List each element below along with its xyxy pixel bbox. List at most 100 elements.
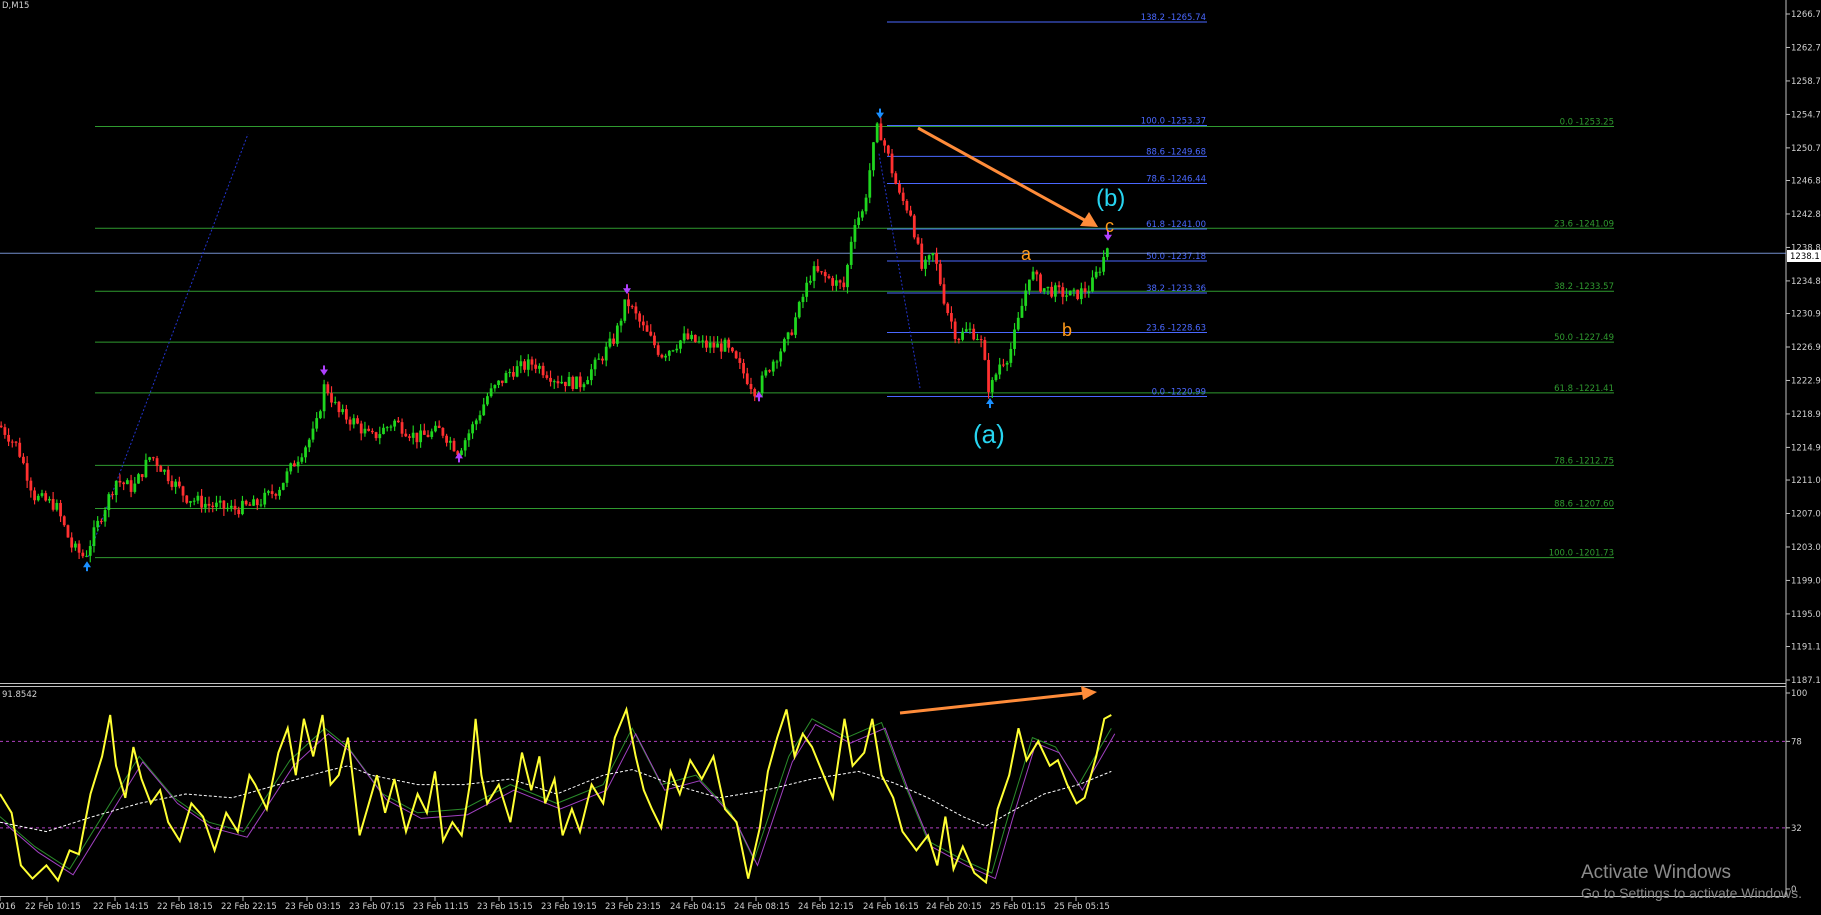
candle-body bbox=[293, 463, 296, 467]
candle-body bbox=[619, 320, 623, 326]
candle-body bbox=[1072, 289, 1076, 291]
candle-body bbox=[701, 340, 705, 342]
candle-body bbox=[697, 341, 701, 343]
candle-body bbox=[1087, 291, 1091, 293]
candle-body bbox=[22, 456, 25, 464]
candle-body bbox=[1053, 285, 1057, 297]
activate-windows-subtitle: Go to Settings to activate Windows. bbox=[1581, 885, 1802, 901]
candle-body bbox=[775, 361, 779, 363]
candle-body bbox=[764, 370, 768, 376]
candle-body bbox=[504, 373, 508, 383]
candle-body bbox=[990, 380, 994, 393]
candle-body bbox=[586, 380, 590, 385]
candle-body bbox=[192, 500, 196, 502]
candle-body bbox=[627, 299, 630, 307]
candle-body bbox=[289, 463, 293, 472]
candle-body bbox=[868, 170, 872, 198]
candle-body bbox=[14, 441, 18, 443]
candle-body bbox=[434, 425, 437, 432]
candle-body bbox=[274, 494, 278, 496]
price-tick-label: 1254.70 bbox=[1791, 110, 1821, 120]
price-tick-label: 1199.00 bbox=[1791, 576, 1821, 586]
candle-body bbox=[968, 328, 972, 330]
candle-body bbox=[29, 480, 33, 491]
candle-body bbox=[411, 432, 415, 438]
candle-body bbox=[608, 338, 612, 347]
candle-body bbox=[337, 401, 341, 413]
candle-body bbox=[263, 492, 267, 505]
candle-body bbox=[708, 342, 712, 348]
candle-body bbox=[422, 430, 426, 435]
wave-label-c: c bbox=[1105, 216, 1114, 236]
candle-body bbox=[374, 432, 378, 439]
candle-body bbox=[96, 520, 100, 528]
candle-body bbox=[211, 505, 215, 507]
candle-body bbox=[111, 494, 114, 496]
candle-body bbox=[144, 459, 148, 478]
candle-body bbox=[671, 350, 675, 352]
candle-body bbox=[170, 481, 174, 487]
candle-body bbox=[779, 351, 783, 362]
candle-body bbox=[233, 505, 237, 510]
candle-body bbox=[122, 482, 126, 485]
candle-body bbox=[1061, 287, 1065, 297]
candle-body bbox=[92, 527, 96, 547]
candle-body bbox=[1035, 271, 1039, 275]
candle-body bbox=[549, 377, 552, 382]
candle-body bbox=[408, 436, 411, 438]
candle-body bbox=[166, 469, 170, 482]
candle-body bbox=[515, 366, 519, 377]
candle-body bbox=[723, 339, 727, 352]
price-tick-label: 1234.80 bbox=[1791, 277, 1821, 287]
candle-body bbox=[731, 347, 734, 352]
candle-body bbox=[538, 365, 541, 369]
candle-body bbox=[278, 489, 281, 496]
candle-body bbox=[760, 375, 764, 394]
candle-body bbox=[931, 253, 935, 256]
candle-body bbox=[972, 328, 976, 340]
candle-body bbox=[797, 302, 801, 318]
candle-body bbox=[36, 495, 40, 501]
candle-body bbox=[1094, 271, 1098, 278]
candle-body bbox=[612, 338, 616, 344]
candle-body bbox=[905, 201, 909, 211]
candle-body bbox=[679, 340, 682, 349]
candle-body bbox=[530, 359, 534, 365]
candle-body bbox=[460, 450, 463, 455]
candle-body bbox=[749, 384, 753, 390]
candle-body bbox=[344, 409, 348, 420]
candle-body bbox=[909, 210, 912, 216]
candle-body bbox=[474, 420, 478, 425]
price-tick-label: 1250.70 bbox=[1791, 144, 1821, 154]
candle-body bbox=[203, 503, 207, 508]
candle-body bbox=[489, 388, 493, 397]
candle-body bbox=[1091, 277, 1094, 292]
candle-body bbox=[437, 425, 441, 428]
candle-body bbox=[148, 457, 152, 460]
candle-body bbox=[10, 441, 14, 443]
candle-body bbox=[938, 263, 942, 285]
candle-body bbox=[493, 385, 497, 389]
time-tick-label: 23 Feb 07:15 bbox=[349, 902, 405, 912]
fib-level-label-blue: 138.2 -1265.74 bbox=[1141, 13, 1206, 23]
candle-body bbox=[597, 358, 601, 360]
candle-body bbox=[508, 372, 512, 374]
price-tick-label: 1230.90 bbox=[1791, 310, 1821, 320]
candle-body bbox=[85, 555, 88, 557]
candle-body bbox=[259, 504, 263, 506]
candle-body bbox=[578, 376, 582, 388]
candle-body bbox=[719, 343, 723, 352]
candle-body bbox=[285, 471, 289, 483]
candle-body bbox=[393, 420, 397, 427]
candle-body bbox=[1042, 288, 1046, 292]
candle-body bbox=[1057, 285, 1061, 288]
candle-body bbox=[486, 396, 489, 405]
price-tick-label: 1195.00 bbox=[1791, 610, 1821, 620]
candle-body bbox=[838, 280, 842, 283]
candle-body bbox=[886, 145, 890, 154]
candle-body bbox=[25, 463, 29, 481]
candle-body bbox=[634, 306, 638, 314]
candle-body bbox=[352, 418, 356, 425]
candle-body bbox=[382, 427, 385, 435]
candle-body bbox=[575, 376, 578, 389]
